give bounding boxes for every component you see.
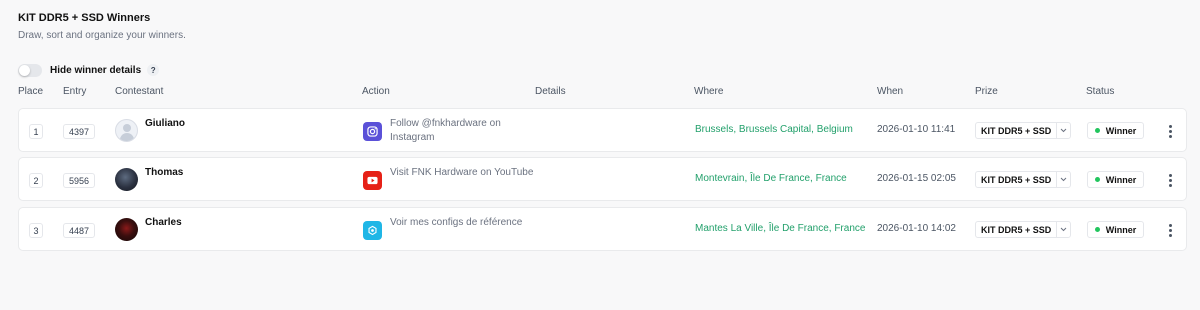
status-label: Winner: [1105, 125, 1137, 136]
place-badge: 1: [29, 124, 43, 139]
location-text: Montevrain, Île De France, France: [695, 173, 847, 184]
entry-badge: 4397: [63, 124, 95, 139]
prize-select-value: KIT DDR5 + SSD: [981, 125, 1052, 136]
hide-details-label: Hide winner details: [50, 64, 142, 76]
page-title: KIT DDR5 + SSD Winners: [18, 12, 151, 24]
column-header-where[interactable]: Where: [694, 86, 723, 97]
hide-details-toggle[interactable]: [18, 63, 42, 77]
chevron-down-icon: [1056, 172, 1070, 187]
avatar: [115, 168, 138, 191]
table-header: Place Entry Contestant Action Details Wh…: [0, 86, 1200, 100]
status-dot-icon: [1094, 227, 1100, 232]
table-row[interactable]: 2 5956 Thomas Visit FNK Hardware on YouT…: [18, 157, 1187, 201]
column-header-action[interactable]: Action: [362, 86, 390, 97]
instagram-icon: [363, 122, 382, 141]
action-text: Voir mes configs de référence: [390, 217, 523, 228]
youtube-icon: [363, 171, 382, 190]
contestant-name[interactable]: Thomas: [145, 167, 183, 178]
entry-badge: 4487: [63, 223, 95, 238]
hide-details-control: Hide winner details ?: [18, 62, 160, 78]
chevron-down-icon: [1056, 123, 1070, 138]
place-badge: 3: [29, 223, 43, 238]
contestant-name[interactable]: Charles: [145, 217, 182, 228]
status-label: Winner: [1105, 224, 1137, 235]
column-header-details[interactable]: Details: [535, 86, 566, 97]
contestant-name[interactable]: Giuliano: [145, 118, 185, 129]
help-icon[interactable]: ?: [147, 64, 160, 76]
more-options-icon[interactable]: [1165, 171, 1175, 189]
prize-select-value: KIT DDR5 + SSD: [981, 224, 1052, 235]
column-header-entry[interactable]: Entry: [63, 86, 86, 97]
toggle-knob: [19, 64, 30, 76]
prize-select[interactable]: KIT DDR5 + SSD: [975, 122, 1072, 139]
status-badge[interactable]: Winner: [1087, 122, 1144, 139]
prize-select-value: KIT DDR5 + SSD: [981, 174, 1052, 185]
timestamp-text: 2026-01-10 11:41: [877, 124, 956, 135]
page-subtitle: Draw, sort and organize your winners.: [18, 30, 186, 41]
column-header-prize[interactable]: Prize: [975, 86, 998, 97]
table-row[interactable]: 1 4397 Giuliano Follow @fnkhardware on I…: [18, 108, 1187, 152]
chevron-down-icon: [1056, 222, 1070, 237]
status-dot-icon: [1094, 177, 1100, 182]
avatar: [115, 218, 138, 241]
status-label: Winner: [1105, 174, 1137, 185]
column-header-contestant[interactable]: Contestant: [115, 86, 163, 97]
link-icon: [363, 221, 382, 240]
table-row[interactable]: 3 4487 Charles Voir mes configs de référ…: [18, 207, 1187, 251]
default-avatar-icon: [115, 119, 138, 142]
status-badge[interactable]: Winner: [1087, 221, 1144, 238]
timestamp-text: 2026-01-10 14:02: [877, 223, 956, 234]
status-dot-icon: [1094, 128, 1100, 133]
place-badge: 2: [29, 173, 43, 188]
more-options-icon[interactable]: [1165, 122, 1175, 140]
location-text: Brussels, Brussels Capital, Belgium: [695, 124, 853, 135]
prize-select[interactable]: KIT DDR5 + SSD: [975, 221, 1072, 238]
column-header-status[interactable]: Status: [1086, 86, 1114, 97]
prize-select[interactable]: KIT DDR5 + SSD: [975, 171, 1072, 188]
status-badge[interactable]: Winner: [1087, 171, 1144, 188]
location-text: Mantes La Ville, Île De France, France: [695, 223, 866, 234]
entry-badge: 5956: [63, 173, 95, 188]
column-header-when[interactable]: When: [877, 86, 903, 97]
timestamp-text: 2026-01-15 02:05: [877, 173, 956, 184]
action-text: Follow @fnkhardware on Instagram: [390, 118, 501, 143]
column-header-place[interactable]: Place: [18, 86, 43, 97]
more-options-icon[interactable]: [1165, 221, 1175, 239]
action-text: Visit FNK Hardware on YouTube: [390, 167, 534, 178]
